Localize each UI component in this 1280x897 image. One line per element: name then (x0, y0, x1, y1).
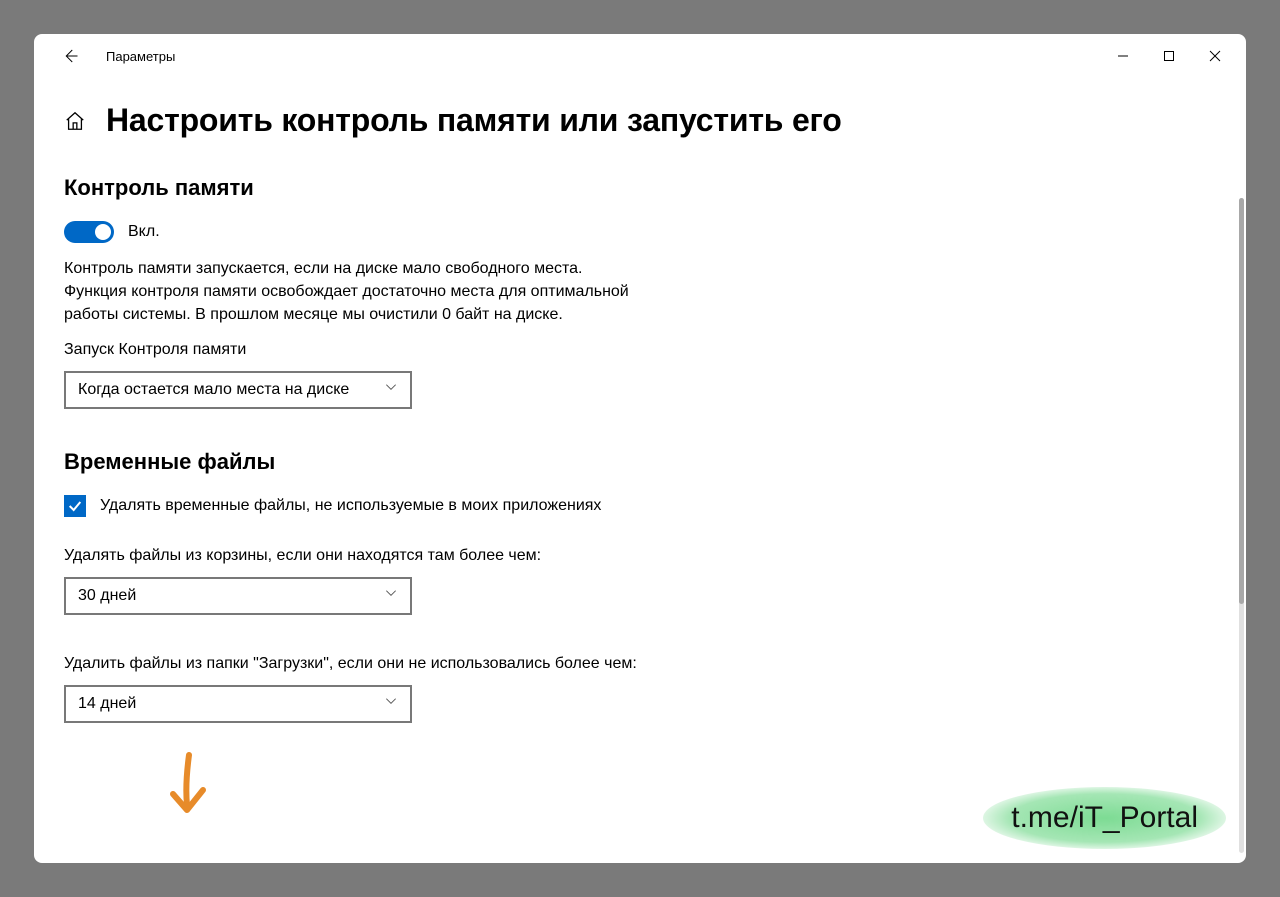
temp-files-heading: Временные файлы (64, 449, 1216, 475)
content-area: Настроить контроль памяти или запустить … (34, 78, 1246, 863)
storage-sense-toggle-row: Вкл. (64, 221, 1216, 243)
titlebar: Параметры (34, 34, 1246, 78)
delete-temp-checkbox-label: Удалять временные файлы, не используемые… (100, 497, 601, 515)
dropdown-value: Когда остается мало места на диске (78, 381, 349, 399)
home-icon[interactable] (64, 110, 86, 132)
close-button[interactable] (1192, 40, 1238, 72)
temp-files-section: Временные файлы Удалять временные файлы,… (64, 449, 1216, 723)
downloads-dropdown[interactable]: 14 дней (64, 685, 412, 723)
storage-sense-description: Контроль памяти запускается, если на дис… (64, 257, 644, 327)
storage-sense-toggle[interactable] (64, 221, 114, 243)
back-button[interactable] (58, 44, 82, 68)
toggle-state-label: Вкл. (128, 223, 160, 241)
chevron-down-icon (384, 380, 398, 399)
recycle-bin-dropdown[interactable]: 30 дней (64, 577, 412, 615)
run-storage-sense-label: Запуск Контроля памяти (64, 341, 1216, 359)
delete-temp-checkbox[interactable] (64, 495, 86, 517)
window-controls (1100, 40, 1238, 72)
chevron-down-icon (384, 586, 398, 605)
settings-window: Параметры Настроить контроль памяти и (34, 34, 1246, 863)
window-title: Параметры (106, 49, 1100, 64)
scrollbar[interactable] (1239, 198, 1244, 853)
downloads-block: Удалить файлы из папки "Загрузки", если … (64, 655, 1216, 723)
dropdown-value: 14 дней (78, 695, 136, 713)
arrow-annotation (159, 750, 219, 825)
delete-temp-checkbox-row: Удалять временные файлы, не используемые… (64, 495, 1216, 517)
storage-sense-heading: Контроль памяти (64, 175, 1216, 201)
page-title: Настроить контроль памяти или запустить … (106, 102, 842, 139)
toggle-knob (95, 224, 111, 240)
recycle-bin-label: Удалять файлы из корзины, если они наход… (64, 547, 1216, 565)
minimize-button[interactable] (1100, 40, 1146, 72)
run-storage-sense-dropdown[interactable]: Когда остается мало места на диске (64, 371, 412, 409)
page-header: Настроить контроль памяти или запустить … (64, 102, 1216, 139)
recycle-bin-block: Удалять файлы из корзины, если они наход… (64, 547, 1216, 615)
maximize-button[interactable] (1146, 40, 1192, 72)
scrollbar-thumb[interactable] (1239, 198, 1244, 604)
chevron-down-icon (384, 694, 398, 713)
dropdown-value: 30 дней (78, 587, 136, 605)
downloads-label: Удалить файлы из папки "Загрузки", если … (64, 655, 1216, 673)
watermark: t.me/iT_Portal (983, 787, 1226, 849)
